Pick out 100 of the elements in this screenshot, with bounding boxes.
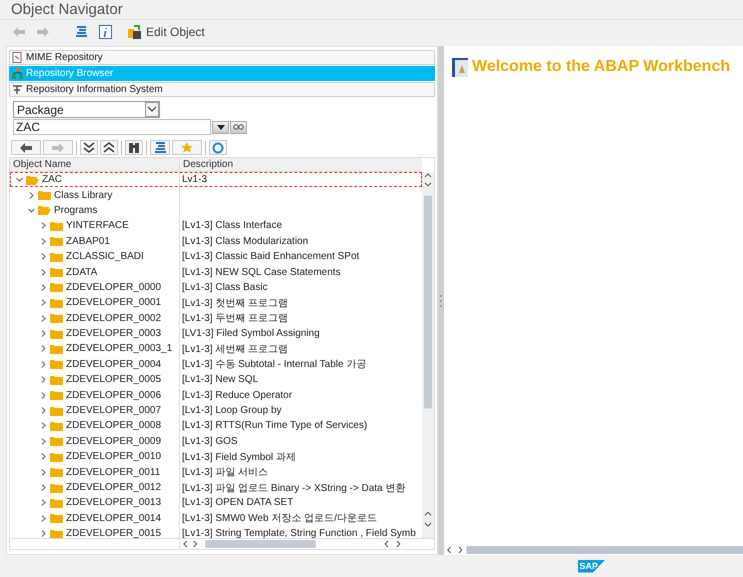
folder-icon bbox=[50, 344, 63, 354]
object-type-dropdown[interactable]: Package bbox=[13, 101, 160, 118]
tree-row[interactable]: ZDEVELOPER_0004 [Lv1-3] 수동 Subtotal - Internal Table 가공 bbox=[10, 356, 422, 372]
tree-row[interactable]: Programs bbox=[10, 202, 422, 218]
find-button[interactable] bbox=[125, 140, 143, 155]
navigator-tab[interactable]: MIME Repository bbox=[9, 50, 435, 65]
folder-icon bbox=[50, 420, 63, 431]
object-name: ZDEVELOPER_0004 bbox=[66, 358, 162, 370]
object-name: ZDEVELOPER_0015 bbox=[66, 528, 162, 538]
refresh-icon bbox=[212, 142, 224, 154]
object-name: ZDEVELOPER_0001 bbox=[66, 297, 162, 308]
tree-row[interactable]: ZDEVELOPER_0006 [Lv1-3] Reduce Operator bbox=[10, 387, 422, 403]
object-description: [Lv1-3] 첫번째 프로그램 bbox=[181, 296, 288, 311]
tree-row[interactable]: ZDEVELOPER_0010 [Lv1-3] Field Symbol 과제 bbox=[10, 449, 422, 464]
folder-icon bbox=[50, 328, 63, 339]
object-name: YINTERFACE bbox=[66, 220, 129, 232]
column-header[interactable]: Description bbox=[180, 158, 422, 171]
horizontal-scrollbar[interactable] bbox=[444, 545, 743, 555]
object-description: [Lv1-3] 수동 Subtotal - Internal Table 가공 bbox=[181, 358, 366, 372]
folder-icon bbox=[50, 220, 63, 231]
info-button[interactable] bbox=[96, 23, 114, 41]
object-description: [Lv1-3] RTTS(Run Time Type of Services) bbox=[181, 419, 368, 434]
object-description: [Lv1-3] Classic Baid Enhancement SPot bbox=[181, 250, 360, 264]
object-name: ZABAP01 bbox=[66, 236, 110, 247]
tree-row[interactable]: ZDEVELOPER_0007 [Lv1-3] Loop Group by bbox=[10, 402, 422, 418]
folder-icon bbox=[50, 267, 63, 278]
object-name: ZDEVELOPER_0003 bbox=[66, 328, 162, 340]
folder-icon bbox=[50, 236, 63, 246]
tree-row[interactable]: ZDEVELOPER_0014 [Lv1-3] SMW0 Web 저장소 업로드/다운로드 bbox=[10, 510, 422, 526]
object-description: [Lv1-3] SMW0 Web 저장소 업로드/다운로드 bbox=[181, 512, 377, 526]
object-name: ZDATA bbox=[66, 266, 98, 278]
dropdown-button[interactable] bbox=[212, 120, 229, 134]
workbench-icon bbox=[452, 58, 470, 78]
welcome-heading: Welcome to the ABAP Workbench bbox=[472, 58, 730, 76]
object-name: ZDEVELOPER_0013 bbox=[66, 497, 162, 508]
object-description: [Lv1-3] Class Modularization bbox=[181, 234, 308, 249]
vertical-scrollbar[interactable] bbox=[422, 172, 434, 538]
folder-icon bbox=[50, 406, 63, 416]
edit-object-button[interactable]: Edit Object bbox=[126, 25, 207, 39]
back-button[interactable] bbox=[11, 140, 41, 155]
folder-icon bbox=[50, 252, 63, 262]
folder-icon bbox=[50, 467, 63, 478]
tree-row[interactable]: ZDEVELOPER_0003 [LV1-3] Filed Symbol Assigning bbox=[10, 326, 422, 342]
tree-row[interactable]: ZAC Lv1-3 bbox=[10, 172, 422, 188]
object-description: [Lv1-3] Class Basic bbox=[181, 280, 268, 295]
tree-row[interactable]: Class Library bbox=[10, 187, 422, 203]
object-description: [Lv1-3] 세번째 프로그램 bbox=[181, 342, 288, 357]
object-description: [Lv1-3] NEW SQL Case Statements bbox=[181, 266, 341, 280]
tree-row[interactable]: ZCLASSIC_BADI [Lv1-3] Classic Baid Enhancement SPot bbox=[10, 248, 422, 264]
object-name: ZDEVELOPER_0006 bbox=[66, 390, 162, 401]
column-header[interactable]: Object Name bbox=[10, 158, 180, 171]
folder-icon bbox=[50, 528, 63, 538]
tree-row[interactable]: ZDEVELOPER_0000 [Lv1-3] Class Basic bbox=[10, 280, 422, 296]
tree-row[interactable]: ZDEVELOPER_0011 [Lv1-3] 파일 서비스 bbox=[10, 464, 422, 480]
object-name: ZDEVELOPER_0011 bbox=[66, 466, 160, 478]
object-description: [Lv1-3] 두번째 프로그램 bbox=[181, 312, 288, 326]
tree-row[interactable]: ZDATA [Lv1-3] NEW SQL Case Statements bbox=[10, 264, 422, 280]
splitter-handle[interactable] bbox=[438, 46, 444, 555]
display-button[interactable] bbox=[230, 120, 247, 134]
object-name-field[interactable]: ZAC bbox=[13, 119, 211, 135]
document-icon bbox=[12, 52, 23, 63]
object-description: [Lv1-3] 파일 업로드 Binary -> XString -> Data 변환 bbox=[181, 482, 406, 496]
folder-icon bbox=[38, 190, 51, 200]
object-description: [Lv1-3] Reduce Operator bbox=[181, 388, 292, 403]
expand-all-button[interactable] bbox=[80, 140, 98, 155]
folder-icon bbox=[50, 313, 63, 324]
back-arrow-icon bbox=[12, 27, 26, 37]
object-description: [Lv1-3] String Template, String Function , Field Symb bbox=[181, 527, 416, 538]
object-name: ZDEVELOPER_0007 bbox=[66, 405, 162, 416]
window-title: Object Navigator bbox=[11, 1, 123, 18]
navigator-tab[interactable]: Repository Information System bbox=[9, 82, 435, 97]
collapse-all-icon bbox=[103, 142, 115, 153]
tree-row[interactable]: ZDEVELOPER_0008 [Lv1-3] RTTS(Run Time Type of Services) bbox=[10, 418, 422, 434]
tree-row[interactable]: YINTERFACE [Lv1-3] Class Interface bbox=[10, 218, 422, 234]
tree-row[interactable]: ZDEVELOPER_0015 [Lv1-3] String Template, String Function , Field Symb bbox=[10, 526, 422, 538]
star-icon bbox=[181, 142, 193, 154]
tree-row[interactable]: ZDEVELOPER_0001 [Lv1-3] 첫번째 프로그램 bbox=[10, 295, 422, 311]
object-name: ZDEVELOPER_0014 bbox=[66, 512, 162, 524]
folder-icon bbox=[50, 482, 63, 492]
hierarchy-button[interactable] bbox=[150, 140, 170, 155]
tree-row[interactable]: ZDEVELOPER_0009 [Lv1-3] GOS bbox=[10, 434, 422, 450]
folder-icon bbox=[50, 513, 63, 524]
info-icon bbox=[98, 25, 112, 39]
forward-arrow-icon bbox=[51, 142, 65, 152]
hierarchy-icon bbox=[153, 140, 167, 154]
object-description: [Lv1-3] OPEN DATA SET bbox=[181, 496, 294, 510]
expand-all-icon bbox=[83, 142, 95, 153]
tree-row[interactable]: ZDEVELOPER_0012 [Lv1-3] 파일 업로드 Binary -> XString -> Data 변환 bbox=[10, 480, 422, 496]
object-description: [Lv1-3] 파일 서비스 bbox=[181, 466, 268, 480]
tree-row[interactable]: ZDEVELOPER_0003_1 [Lv1-3] 세번째 프로그램 bbox=[10, 341, 422, 357]
tree-row[interactable]: ZABAP01 [Lv1-3] Class Modularization bbox=[10, 234, 422, 249]
folder-icon bbox=[50, 298, 63, 308]
tree-row[interactable]: ZDEVELOPER_0002 [Lv1-3] 두번째 프로그램 bbox=[10, 310, 422, 326]
object-description: [Lv1-3] Class Interface bbox=[181, 219, 282, 234]
tree-row[interactable]: ZDEVELOPER_0005 [Lv1-3] New SQL bbox=[10, 372, 422, 388]
object-name: ZCLASSIC_BADI bbox=[66, 251, 144, 262]
object-name: ZDEVELOPER_0012 bbox=[66, 482, 162, 493]
tree-row[interactable]: ZDEVELOPER_0013 [Lv1-3] OPEN DATA SET bbox=[10, 495, 422, 511]
collapse-all-button[interactable] bbox=[100, 140, 118, 155]
refresh-button[interactable] bbox=[209, 140, 227, 155]
